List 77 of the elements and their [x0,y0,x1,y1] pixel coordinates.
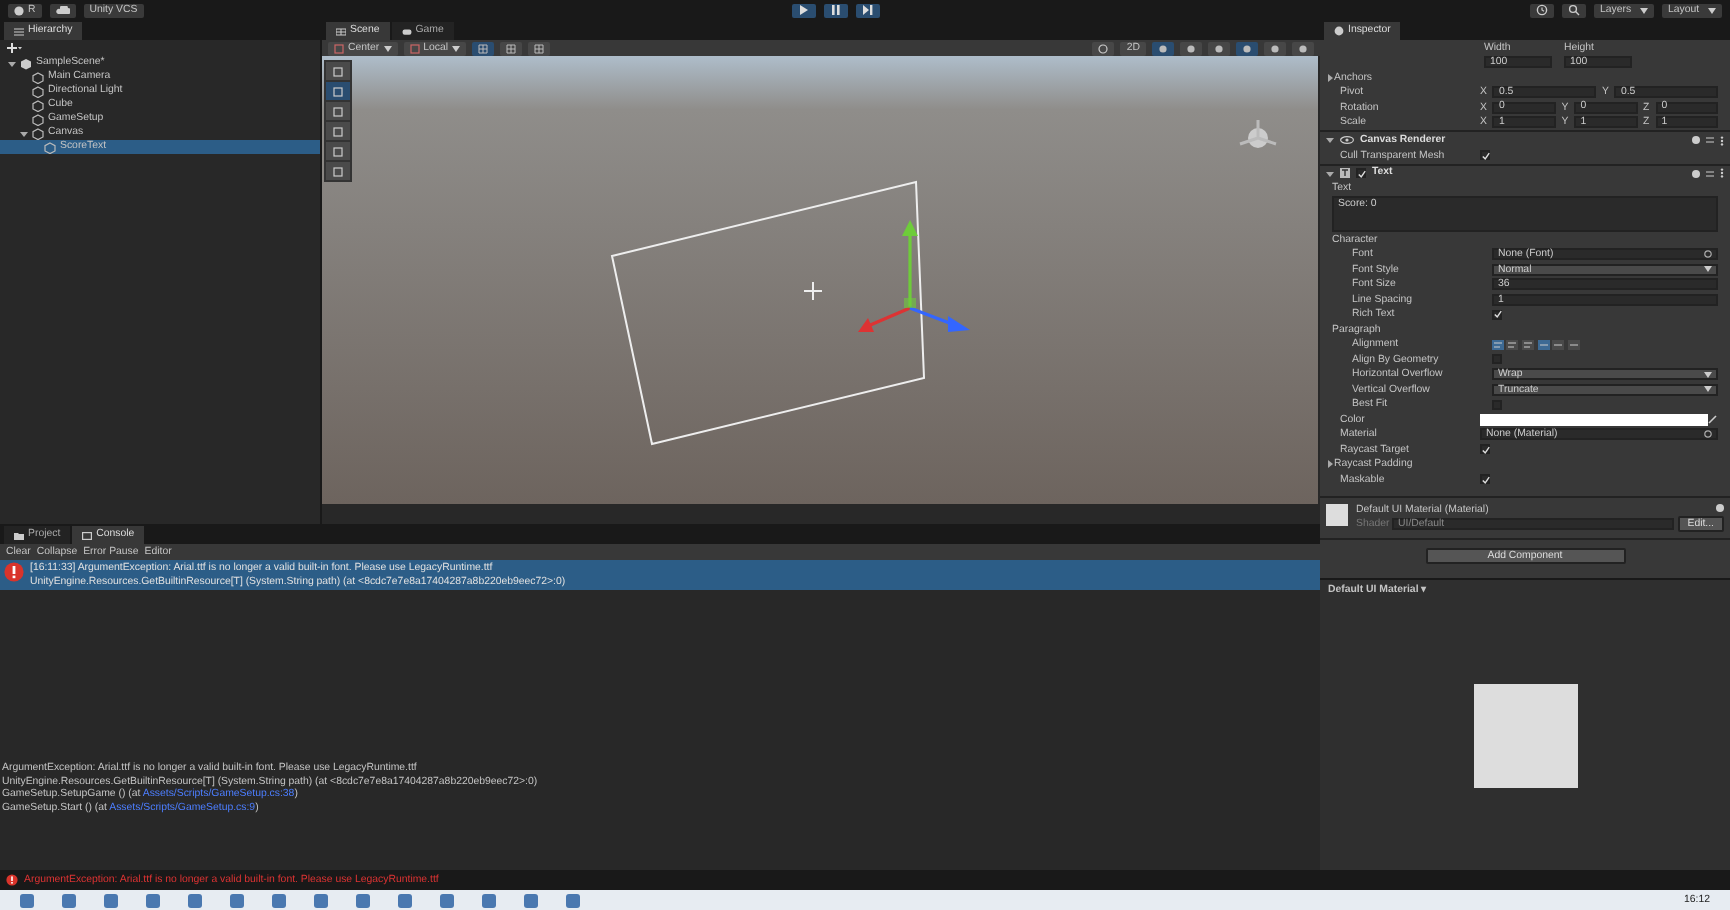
foldout-arrow-icon [1326,73,1334,82]
terminal-icon [82,531,93,539]
color-field[interactable] [1480,413,1708,426]
play-icon [798,4,811,16]
enabled-checkbox[interactable] [1356,168,1366,178]
add-icon[interactable] [6,42,22,54]
search-button[interactable] [1562,3,1586,17]
align-center-icon[interactable] [1506,339,1519,350]
check-icon [1481,475,1489,484]
camera-button[interactable] [1264,41,1286,55]
expand-arrow-icon [20,129,28,137]
play-button[interactable] [792,3,817,17]
rotate-tool-button[interactable] [326,102,350,120]
grid-snap-button[interactable] [471,41,494,55]
material-preview [1473,683,1577,788]
visibility-button[interactable] [1236,41,1258,55]
align-bottom-icon[interactable] [1567,339,1580,350]
shading-button[interactable] [1092,41,1115,55]
error-icon [6,874,18,886]
check-icon [1481,151,1489,160]
history-button[interactable] [1530,3,1554,17]
grid-icon [336,27,346,35]
step-icon [862,4,875,16]
grid-icon [477,43,488,53]
caret-icon [451,45,460,51]
check-icon [1357,169,1365,177]
checkbox[interactable] [1492,309,1502,320]
text-component-icon [1340,168,1350,178]
step-button[interactable] [856,3,881,17]
align-middle-icon[interactable] [1552,339,1565,350]
lighting-button[interactable] [1152,41,1174,55]
caret-icon [1704,266,1712,273]
error-icon [4,562,24,582]
material-swatch-icon [1326,503,1348,525]
scale-tool-button[interactable] [326,122,350,140]
cloud-button[interactable] [49,3,76,17]
snap-increment-button[interactable] [499,41,522,55]
caret-icon [1708,7,1716,13]
console-entry[interactable] [0,560,1320,590]
foldout-arrow-icon [1326,460,1334,469]
move-cursor-icon [804,282,822,300]
target-icon [1704,430,1712,439]
effects-button[interactable] [1208,41,1230,55]
sphere-icon [1098,43,1109,53]
eyedropper-icon[interactable] [1708,414,1718,425]
handle-icon [334,43,344,53]
audio-button[interactable] [1180,41,1202,55]
check-icon [1493,310,1501,319]
caret-icon [1640,7,1648,13]
expand-arrow-icon [8,59,16,67]
caret-icon [383,45,392,51]
rect-tool-button[interactable] [326,142,350,160]
checkbox[interactable] [1480,474,1490,485]
handle-icon [409,43,420,53]
grid-icon [533,43,544,53]
presets-icon[interactable] [1706,169,1714,177]
list-icon [14,27,24,35]
pause-icon [830,4,843,16]
foldout-arrow-icon [1326,169,1334,177]
gizmos-button[interactable] [1292,41,1314,55]
history-icon [1536,4,1548,16]
transform-tool-button[interactable] [326,162,350,180]
align-right-icon[interactable] [1521,339,1534,350]
presets-icon[interactable] [1706,136,1714,144]
checkbox[interactable] [1480,444,1490,455]
move-tool-button[interactable] [326,82,350,100]
hand-tool-button[interactable] [326,62,350,80]
check-icon [1481,445,1489,454]
align-left-icon[interactable] [1492,339,1504,350]
grid-plane-button[interactable] [527,41,550,55]
align-top-icon[interactable] [1538,339,1551,350]
pause-button[interactable] [824,3,849,17]
target-icon [1704,250,1712,259]
cloud-icon [55,6,70,14]
checkbox[interactable] [1480,150,1490,161]
foldout-arrow-icon [1326,136,1334,144]
grid-icon [505,43,516,53]
